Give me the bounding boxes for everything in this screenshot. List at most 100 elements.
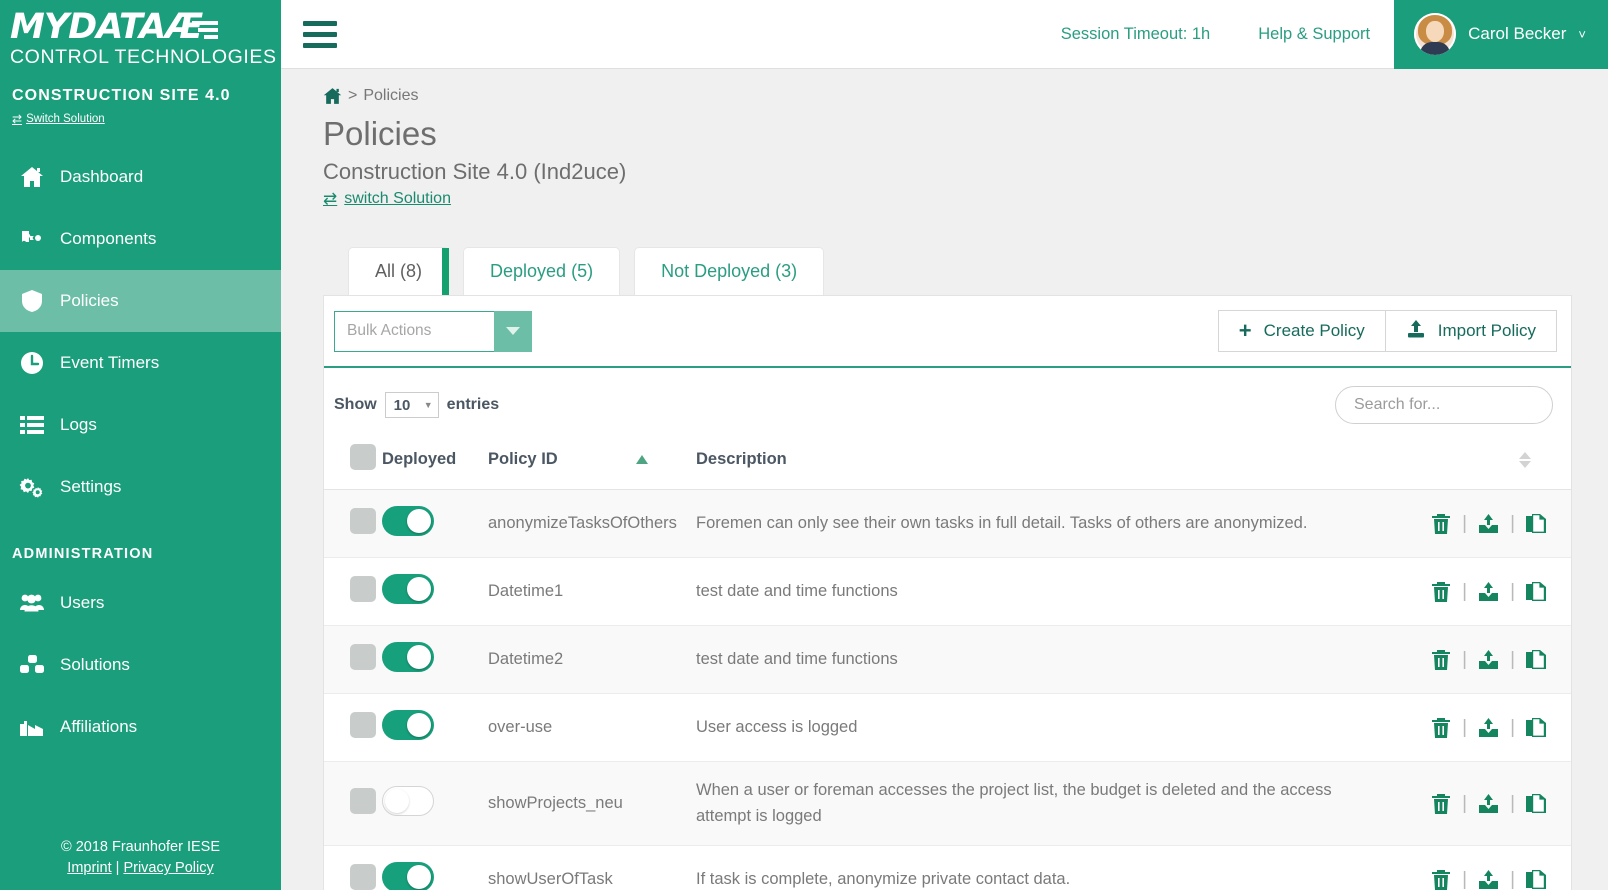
copy-icon[interactable]	[1525, 513, 1547, 535]
bulk-actions-select[interactable]: Bulk Actions	[334, 310, 532, 352]
table-row[interactable]: over-use User access is logged | |	[324, 693, 1571, 762]
home-icon[interactable]	[323, 87, 342, 105]
deployed-toggle[interactable]	[382, 642, 434, 672]
hamburger-menu-icon[interactable]	[281, 20, 359, 48]
row-actions-cell: | |	[1401, 557, 1571, 626]
column-header-description[interactable]: Description	[696, 432, 1401, 490]
deployed-toggle[interactable]	[382, 574, 434, 604]
row-policy-id: Datetime1	[488, 557, 696, 626]
sidebar-item-event-timers[interactable]: Event Timers	[0, 332, 281, 394]
deployed-toggle[interactable]	[382, 786, 434, 817]
download-icon[interactable]	[1477, 717, 1500, 739]
row-checkbox[interactable]	[350, 864, 376, 890]
download-icon[interactable]	[1477, 581, 1500, 603]
tab-all[interactable]: All (8)	[348, 247, 450, 295]
row-actions-cell: | |	[1401, 761, 1571, 847]
breadcrumb: > Policies	[323, 87, 1572, 105]
switch-solution-link[interactable]: ⇄ Switch Solution	[12, 112, 105, 126]
select-all-checkbox[interactable]	[350, 444, 376, 470]
copyright-text: © 2018 Fraunhofer IESE	[61, 838, 220, 855]
copy-icon[interactable]	[1525, 869, 1547, 890]
table-body: anonymizeTasksOfOthers Foremen can only s…	[324, 489, 1571, 890]
download-icon[interactable]	[1477, 793, 1500, 815]
plus-icon: +	[1238, 318, 1252, 343]
trash-icon[interactable]	[1430, 513, 1452, 535]
trash-icon[interactable]	[1430, 869, 1452, 890]
copy-icon[interactable]	[1525, 581, 1547, 603]
column-header-policy-id[interactable]: Policy ID	[488, 432, 696, 490]
sidebar-item-components[interactable]: Components	[0, 208, 281, 270]
import-policy-button[interactable]: Import Policy	[1384, 310, 1557, 352]
chevron-down-icon[interactable]	[494, 310, 532, 352]
action-separator: |	[1462, 792, 1468, 814]
footer-links: Imprint | Privacy Policy	[0, 858, 281, 880]
footer-separator: |	[111, 860, 124, 877]
logo-ae-text: Æ	[165, 7, 203, 47]
table-row[interactable]: anonymizeTasksOfOthers Foremen can only s…	[324, 489, 1571, 558]
sidebar-item-solutions[interactable]: Solutions	[0, 634, 281, 696]
deployed-toggle[interactable]	[382, 862, 434, 890]
row-checkbox[interactable]	[350, 712, 376, 738]
sidebar-item-label: Solutions	[60, 655, 130, 674]
trash-icon[interactable]	[1430, 581, 1452, 603]
sidebar-item-affiliations[interactable]: Affiliations	[0, 696, 281, 758]
action-separator: |	[1462, 648, 1468, 670]
sidebar-item-logs[interactable]: Logs	[0, 394, 281, 456]
download-icon[interactable]	[1477, 513, 1500, 535]
sidebar-item-dashboard[interactable]: Dashboard	[0, 146, 281, 208]
bulk-actions-input[interactable]: Bulk Actions	[334, 310, 494, 352]
tab-deployed[interactable]: Deployed (5)	[463, 247, 621, 295]
copy-icon[interactable]	[1525, 717, 1547, 739]
row-checkbox[interactable]	[350, 508, 376, 534]
row-checkbox[interactable]	[350, 576, 376, 602]
column-header-deployed[interactable]: Deployed	[382, 432, 488, 490]
deployed-toggle[interactable]	[382, 710, 434, 740]
row-select-cell	[324, 761, 382, 847]
table-controls: Show 10 ▼ entries Search for...	[324, 368, 1571, 432]
user-menu[interactable]: Carol Becker ˅	[1394, 0, 1608, 69]
trash-icon[interactable]	[1430, 793, 1452, 815]
sidebar-item-users[interactable]: Users	[0, 572, 281, 634]
column-header-actions[interactable]	[1401, 432, 1571, 490]
row-description: test date and time functions	[696, 625, 1401, 694]
action-separator: |	[1510, 580, 1515, 602]
switch-solution-sub-link[interactable]: ⇄ switch Solution	[323, 189, 451, 209]
sidebar-item-policies[interactable]: Policies	[0, 270, 281, 332]
copy-icon[interactable]	[1525, 793, 1547, 815]
action-separator: |	[1510, 512, 1515, 534]
tab-not-deployed[interactable]: Not Deployed (3)	[634, 247, 825, 295]
copy-icon[interactable]	[1525, 649, 1547, 671]
admin-section-title: ADMINISTRATION	[12, 546, 154, 562]
row-checkbox[interactable]	[350, 644, 376, 670]
user-name-label: Carol Becker	[1468, 24, 1567, 43]
main-area: Session Timeout: 1h Help & Support Carol…	[281, 0, 1608, 890]
table-row[interactable]: showUserOfTask If task is complete, anony…	[324, 845, 1571, 890]
table-row[interactable]: Datetime2 test date and time functions | |	[324, 625, 1571, 694]
privacy-policy-link[interactable]: Privacy Policy	[123, 860, 213, 876]
create-policy-button[interactable]: + Create Policy	[1217, 310, 1386, 352]
row-select-cell	[324, 845, 382, 890]
deployed-toggle[interactable]	[382, 506, 434, 536]
brand-logo[interactable]: MYDATA Æ CONTROL TECHNOLOGIES	[0, 0, 281, 73]
row-select-cell	[324, 693, 382, 762]
logo-wordmark: MYDATA Æ	[10, 10, 267, 45]
avatar	[1414, 13, 1457, 55]
chevron-down-icon: ▼	[423, 400, 433, 410]
search-input[interactable]: Search for...	[1335, 386, 1553, 424]
action-separator: |	[1462, 868, 1468, 890]
table-row[interactable]: showProjects_neu When a user or foreman a…	[324, 761, 1571, 847]
sidebar-item-label: Dashboard	[60, 167, 144, 186]
download-icon[interactable]	[1477, 649, 1500, 671]
trash-icon[interactable]	[1430, 649, 1452, 671]
row-checkbox[interactable]	[350, 788, 376, 815]
table-row[interactable]: Datetime1 test date and time functions | |	[324, 557, 1571, 626]
sidebar-item-settings[interactable]: Settings	[0, 456, 281, 518]
help-support-link[interactable]: Help & Support	[1234, 25, 1394, 44]
trash-icon[interactable]	[1430, 717, 1452, 739]
entries-select[interactable]: 10 ▼	[384, 392, 439, 418]
session-timeout-label[interactable]: Session Timeout: 1h	[1037, 25, 1235, 44]
swap-icon: ⇄	[323, 189, 338, 208]
import-policy-label: Import Policy	[1437, 321, 1536, 340]
imprint-link[interactable]: Imprint	[67, 860, 111, 876]
download-icon[interactable]	[1477, 869, 1500, 890]
